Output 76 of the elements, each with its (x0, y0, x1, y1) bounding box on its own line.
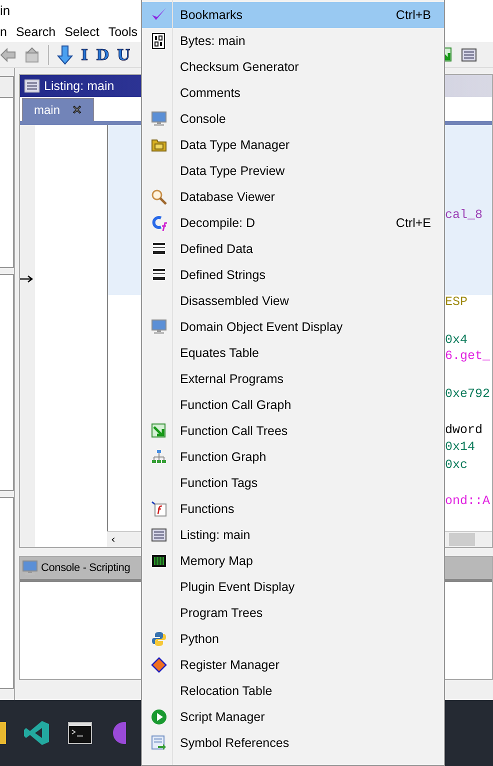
monitor-icon (151, 319, 167, 335)
diamond-icon (151, 657, 167, 673)
menu-item[interactable]: Relocation Table (142, 678, 444, 704)
arrow-icon (20, 275, 34, 283)
code-text: 0xc (445, 458, 468, 472)
tab[interactable]: main ✕ (22, 98, 94, 121)
app-icon[interactable] (110, 720, 126, 746)
listing-icon (151, 527, 167, 543)
magnifier-icon (151, 189, 167, 205)
code-text: 0x4 (445, 333, 468, 347)
code-text: ond::A (445, 494, 490, 508)
panel-title: Listing: main (44, 79, 114, 93)
toolbar-button[interactable]: I (81, 46, 88, 64)
toolbar-button[interactable]: D (96, 46, 110, 64)
menu-bar-item[interactable]: Tools (108, 22, 144, 40)
page-up-icon[interactable] (24, 46, 40, 62)
listing-icon[interactable] (461, 46, 477, 62)
binary-file-icon (151, 33, 167, 49)
code-text: cal_8 (445, 208, 483, 222)
monitor-icon (151, 111, 167, 127)
menu-item[interactable]: Listing: main (142, 522, 444, 548)
menu-item[interactable]: Console (142, 106, 444, 132)
menu-item[interactable]: Symbol References (142, 730, 444, 756)
down-arrow-icon[interactable] (57, 44, 73, 64)
menu-item[interactable]: Memory Map (142, 548, 444, 574)
menu-item[interactable]: External Programs (142, 366, 444, 392)
listing-icon (24, 78, 40, 94)
menu-item[interactable]: Database Viewer (142, 184, 444, 210)
data-icon (151, 267, 167, 283)
python-icon (151, 631, 167, 647)
menu-item[interactable]: Function Call Trees (142, 418, 444, 444)
data-icon (151, 241, 167, 257)
memory-chip-icon (151, 553, 167, 569)
close-icon[interactable]: ✕ (72, 103, 82, 117)
menu-item[interactable]: Function Tags (142, 470, 444, 496)
scroll-thumb[interactable] (449, 532, 476, 546)
code-text: 6.get_ (445, 349, 490, 363)
play-icon (151, 709, 167, 725)
decompile-icon (151, 215, 167, 231)
menu-item[interactable]: Data Type Preview (142, 158, 444, 184)
menu-item[interactable]: Register Manager (142, 652, 444, 678)
menu-item[interactable]: Defined Strings (142, 262, 444, 288)
menu-item[interactable]: Decompile: D Ctrl+E (142, 210, 444, 236)
scroll-left-arrow[interactable]: ‹ (107, 532, 120, 546)
menu-item[interactable]: Bytes: main (142, 28, 444, 54)
code-text: 0xe792 (445, 387, 490, 401)
menu-item[interactable]: Domain Object Event Display (142, 314, 444, 340)
toolbar-button[interactable]: U (117, 46, 130, 64)
code-text: ESP (445, 295, 468, 309)
menu-bar-item[interactable]: Select (64, 22, 106, 40)
menu-item[interactable]: Program Trees (142, 600, 444, 626)
menu-bar-item[interactable]: n (0, 22, 13, 40)
window-title: in (0, 3, 10, 18)
graph-icon (151, 449, 167, 465)
back-icon[interactable] (0, 46, 16, 62)
menu-item[interactable]: Equates Table (142, 340, 444, 366)
function-doc-icon (151, 501, 167, 517)
menu-item[interactable]: Function Graph (142, 444, 444, 470)
code-text: 0x14 (445, 440, 476, 454)
menu-item[interactable]: Function Call Graph (142, 392, 444, 418)
code-editor-icon[interactable] (24, 720, 50, 746)
menu-item[interactable]: Checksum Generator (142, 54, 444, 80)
arrow-box-icon (151, 423, 167, 439)
code-text: dword (445, 423, 483, 437)
menu-item[interactable]: Disassembled View (142, 288, 444, 314)
terminal-icon[interactable] (68, 722, 92, 744)
menu-item[interactable]: Defined Data (142, 236, 444, 262)
menu-item[interactable]: Python (142, 626, 444, 652)
menu-item[interactable]: Comments (142, 80, 444, 106)
menu-item[interactable]: Plugin Event Display (142, 574, 444, 600)
panel-title: Console - Scripting (41, 562, 130, 574)
menu-item[interactable]: Functions (142, 496, 444, 522)
menu-item[interactable]: Data Type Manager (142, 132, 444, 158)
menu-bar-item[interactable]: Search (16, 22, 62, 40)
menu-item[interactable]: Bookmarks Ctrl+B (142, 2, 444, 28)
menu-item[interactable]: Script Manager (142, 704, 444, 730)
